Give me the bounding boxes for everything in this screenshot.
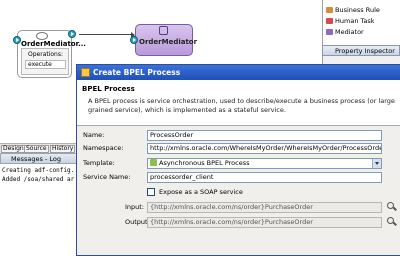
messages-log-area: Creating adf-config. Added /soa/shared a…	[0, 164, 80, 250]
mediator-label: OrderMediator	[139, 38, 198, 46]
log-line: Creating adf-config.	[2, 167, 75, 174]
namespace-field[interactable]: http://xmlns.oracle.com/WhereIsMyOrder/W…	[147, 143, 382, 154]
create-bpel-process-dialog: Create BPEL Process BPEL Process A BPEL …	[76, 64, 400, 256]
dialog-banner: BPEL Process A BPEL process is service o…	[77, 80, 400, 126]
messages-log-title[interactable]: Messages - Log	[0, 153, 80, 164]
chevron-down-icon[interactable]	[372, 159, 381, 168]
template-label: Template:	[83, 159, 115, 167]
mediator-component-card[interactable]: OrderMediator... Operations: execute	[17, 30, 86, 78]
property-inspector-title[interactable]: Property Inspector	[322, 45, 400, 56]
dialog-title: Create BPEL Process	[93, 68, 181, 77]
service-name-label: Service Name:	[83, 173, 131, 181]
palette-item-mediator[interactable]: Mediator	[335, 28, 364, 36]
service-icon	[36, 32, 48, 40]
service-name-field[interactable]: processorder_client	[147, 172, 382, 183]
service-pin-left-icon[interactable]	[13, 36, 21, 44]
search-icon	[387, 202, 394, 209]
expose-soap-checkbox[interactable]	[147, 188, 155, 196]
tab-source[interactable]: Source	[24, 145, 49, 153]
operations-box: Operations: execute	[21, 48, 69, 75]
template-select[interactable]: Asynchronous BPEL Process	[147, 158, 382, 169]
search-icon	[387, 217, 394, 224]
service-pin-right-icon[interactable]	[68, 30, 76, 38]
palette-item-business-rule[interactable]: Business Rule	[335, 6, 380, 14]
human-task-icon	[326, 18, 333, 24]
mediator-icon	[159, 26, 168, 35]
operation-execute[interactable]: execute	[25, 60, 66, 69]
output-field[interactable]: {http://xmlns.oracle.com/ns/order}Purcha…	[147, 217, 382, 228]
mediator-input-pin-icon[interactable]	[130, 36, 138, 44]
business-rule-icon	[326, 7, 333, 13]
namespace-label: Namespace:	[83, 144, 124, 152]
palette-item-human-task[interactable]: Human Task	[335, 17, 375, 25]
component-title: OrderMediator...	[21, 40, 87, 48]
template-value: Asynchronous BPEL Process	[159, 159, 250, 167]
tab-history[interactable]: History	[50, 145, 76, 153]
input-browse-button[interactable]	[387, 202, 397, 212]
input-field[interactable]: {http://xmlns.oracle.com/ns/order}Purcha…	[147, 202, 382, 213]
input-label: Input:	[125, 203, 145, 211]
tab-design[interactable]: Design	[1, 145, 26, 153]
section-title: BPEL Process	[82, 85, 135, 93]
wire-connector[interactable]	[79, 34, 134, 35]
name-label: Name:	[83, 131, 105, 139]
editor-tabs: Design Source History	[0, 143, 80, 153]
bpel-process-icon	[81, 68, 90, 77]
mediator-icon	[326, 29, 333, 35]
section-description: A BPEL process is service orchestration,…	[88, 97, 395, 114]
name-field[interactable]: ProcessOrder	[147, 130, 382, 141]
dialog-titlebar[interactable]: Create BPEL Process	[77, 65, 400, 80]
order-mediator-component[interactable]: OrderMediator	[135, 24, 197, 56]
operations-label: Operations:	[28, 51, 64, 58]
log-line: Added /soa/shared ar	[2, 176, 75, 183]
expose-soap-label: Expose as a SOAP service	[159, 188, 243, 196]
async-process-icon	[150, 159, 157, 166]
output-browse-button[interactable]	[387, 217, 397, 227]
component-palette: Business Rule Human Task Mediator	[322, 0, 400, 45]
